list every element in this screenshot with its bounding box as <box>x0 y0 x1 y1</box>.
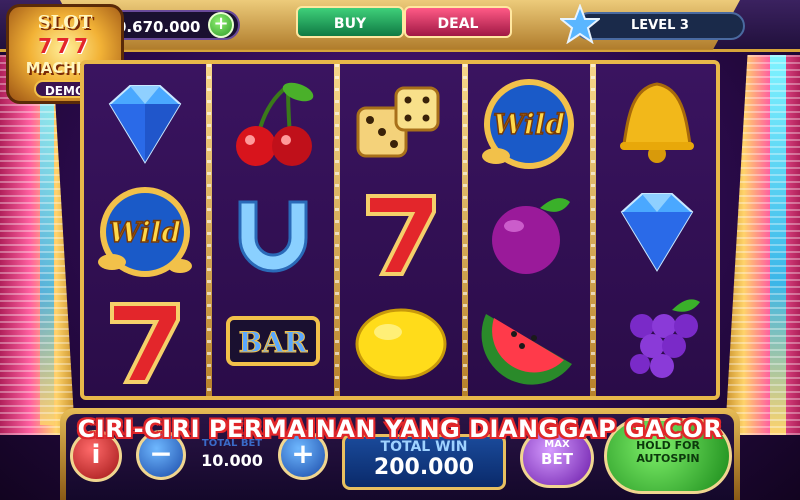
reel-symbol <box>84 286 206 394</box>
seven-icon <box>110 302 180 384</box>
right-light-stripes <box>725 55 800 435</box>
tab-buy[interactable]: BUY <box>296 6 404 38</box>
total-win-value: 200.000 <box>373 455 475 480</box>
grapes-icon <box>630 299 700 378</box>
add-coins-button[interactable]: + <box>208 12 234 38</box>
wild-icon: Wild <box>482 79 574 169</box>
lemon-icon <box>355 308 447 380</box>
reel-symbol: Wild <box>468 70 590 178</box>
reel-symbol <box>596 178 718 286</box>
plum-icon <box>492 198 570 274</box>
diamond-icon <box>620 193 694 272</box>
reel-symbol <box>340 178 462 286</box>
wild-text: Wild <box>493 108 565 141</box>
horseshoe-icon <box>238 200 308 273</box>
reel-symbol <box>340 70 462 178</box>
caption-overlay: CIRI-CIRI PERMAINAN YANG DIANGGAP GACOR <box>77 415 723 443</box>
max-bet-label: BET <box>541 450 573 468</box>
right-light-column <box>725 55 800 435</box>
bar-icon: BAR <box>226 316 320 366</box>
reel-symbol <box>340 286 462 394</box>
diamond-icon <box>108 85 182 164</box>
reel-symbol <box>468 286 590 394</box>
total-bet-value: 10.000 <box>201 451 263 470</box>
total-bet-display: TOTAL BET 10.000 <box>188 438 276 478</box>
reel-symbol <box>468 178 590 286</box>
bell-icon <box>620 82 694 163</box>
reels-area: Wild BAR Wild <box>80 60 720 400</box>
seven-icon <box>366 194 436 276</box>
left-light-column <box>0 55 75 435</box>
reel-symbol: Wild <box>84 178 206 286</box>
wild-icon: Wild <box>98 187 192 277</box>
tab-deal[interactable]: DEAL <box>404 6 512 38</box>
reel-symbol <box>212 70 334 178</box>
balance-value: 0.670.000 <box>116 18 201 36</box>
reel-symbol <box>212 178 334 286</box>
logo-777: 777 <box>38 34 92 58</box>
reel-symbol <box>596 70 718 178</box>
reel-symbol <box>84 70 206 178</box>
watermelon-icon <box>481 314 572 385</box>
bar-text: BAR <box>239 326 308 359</box>
wild-text: Wild <box>109 216 181 249</box>
spin-button-line2: AUTOSPIN <box>636 452 700 465</box>
star-icon <box>560 4 600 44</box>
reel-symbol: BAR <box>212 286 334 394</box>
slot-game-screen: 0.670.000 + BUY DEAL LEVEL 3 SLOT 777 MA… <box>0 0 800 500</box>
reel-symbol <box>596 286 718 394</box>
logo-title: SLOT <box>37 12 93 33</box>
level-indicator: LEVEL 3 <box>575 12 745 40</box>
dice-icon <box>356 86 440 158</box>
cherries-icon <box>236 82 314 166</box>
left-light-stripes <box>0 55 75 435</box>
